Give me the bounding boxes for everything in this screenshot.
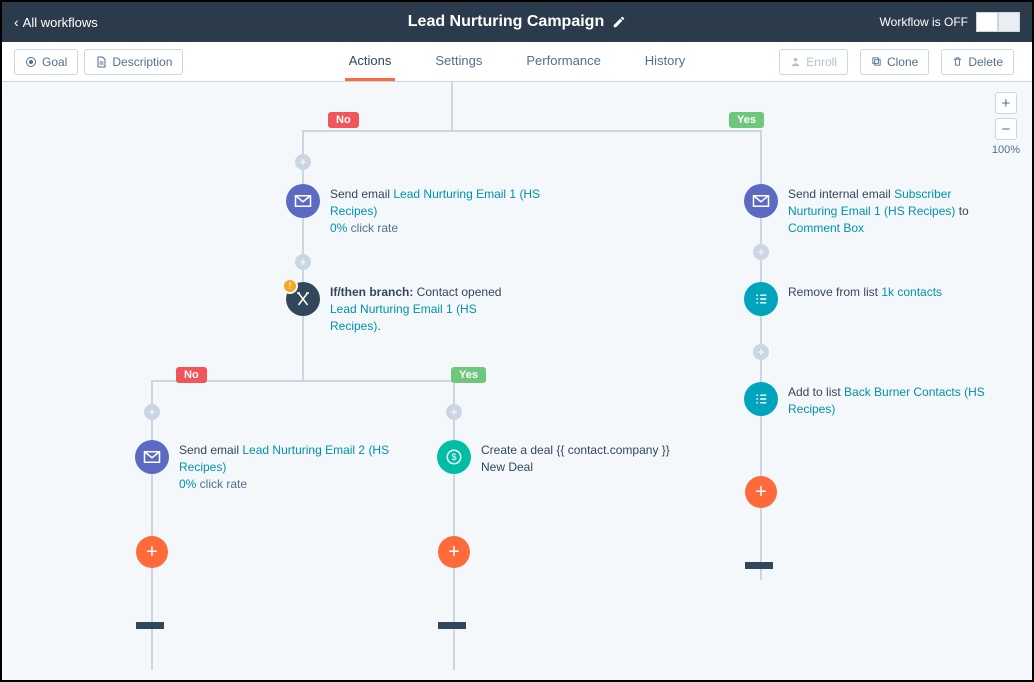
add-step-dot[interactable]: + [446, 404, 462, 420]
title-text: Lead Nurturing Campaign [408, 13, 604, 31]
target-icon [25, 56, 37, 68]
delete-button[interactable]: Delete [941, 49, 1014, 75]
mail-icon [286, 184, 320, 218]
node-send-internal-email[interactable]: Send internal email Subscriber Nurturing… [744, 184, 1004, 236]
deal-icon: $ [437, 440, 471, 474]
mail-icon [135, 440, 169, 474]
branch-yes-badge: Yes [729, 112, 764, 128]
enroll-button[interactable]: Enroll [779, 49, 848, 75]
back-link[interactable]: ‹ All workflows [14, 14, 98, 30]
document-icon [95, 56, 107, 68]
node-send-email-2[interactable]: Send email Lead Nurturing Email 2 (HS Re… [135, 440, 395, 492]
node-send-email-1[interactable]: Send email Lead Nurturing Email 1 (HS Re… [286, 184, 546, 236]
add-step-dot[interactable]: + [295, 254, 311, 270]
node-add-to-list[interactable]: Add to list Back Burner Contacts (HS Rec… [744, 382, 1004, 418]
add-step-dot[interactable]: + [295, 154, 311, 170]
goal-button[interactable]: Goal [14, 49, 78, 75]
clone-icon [871, 56, 882, 67]
branch-no-badge: No [328, 112, 359, 128]
workflow-toggle[interactable] [976, 12, 1020, 32]
workflow-status-label: Workflow is OFF [880, 15, 968, 29]
edit-icon [612, 15, 626, 29]
add-step-dot[interactable]: + [753, 244, 769, 260]
top-navbar: ‹ All workflows Lead Nurturing Campaign … [2, 2, 1032, 42]
add-action-button[interactable]: + [136, 536, 168, 568]
add-action-button[interactable]: + [438, 536, 470, 568]
svg-text:$: $ [451, 452, 456, 462]
node-remove-from-list[interactable]: Remove from list 1k contacts [744, 282, 942, 316]
zoom-level: 100% [992, 144, 1020, 156]
warning-icon: ! [282, 278, 298, 294]
workflow-canvas[interactable]: + − 100% No Yes No Yes + + + + + + [2, 82, 1032, 680]
branch-yes-badge: Yes [451, 367, 486, 383]
user-icon [790, 56, 801, 67]
node-create-deal[interactable]: $ Create a deal {{ contact.company }} Ne… [437, 440, 697, 476]
zoom-out-button[interactable]: − [995, 118, 1017, 140]
description-button[interactable]: Description [84, 49, 183, 75]
trash-icon [952, 56, 963, 67]
zoom-in-button[interactable]: + [995, 92, 1017, 114]
clone-button[interactable]: Clone [860, 49, 929, 75]
tab-performance[interactable]: Performance [522, 43, 604, 81]
add-step-dot[interactable]: + [753, 344, 769, 360]
chevron-left-icon: ‹ [14, 14, 19, 30]
tab-settings[interactable]: Settings [431, 43, 486, 81]
connector-line [302, 130, 762, 132]
tab-actions[interactable]: Actions [345, 43, 396, 81]
mail-icon [744, 184, 778, 218]
node-if-then-branch[interactable]: ! If/then branch: Contact opened Lead Nu… [286, 282, 530, 334]
add-action-button[interactable]: + [745, 476, 777, 508]
workflow-title[interactable]: Lead Nurturing Campaign [408, 13, 626, 31]
connector-line [451, 82, 453, 131]
list-icon [744, 282, 778, 316]
branch-no-badge: No [176, 367, 207, 383]
tab-history[interactable]: History [641, 43, 689, 81]
sub-toolbar: Goal Description Actions Settings Perfor… [2, 42, 1032, 82]
back-label: All workflows [23, 15, 98, 30]
add-step-dot[interactable]: + [144, 404, 160, 420]
list-icon [744, 382, 778, 416]
